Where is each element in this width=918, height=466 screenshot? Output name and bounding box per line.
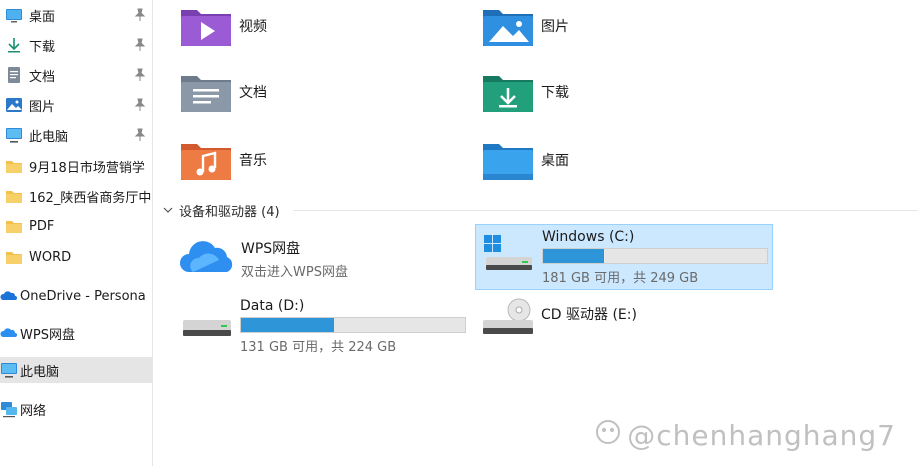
folder-label: 桌面 [541,153,569,169]
sidebar-item-this-pc[interactable]: 此电脑 [0,357,152,383]
document-icon [5,66,23,84]
drive-e[interactable]: CD 驱动器 (E:) [475,294,771,344]
folder-label: 下载 [541,85,569,101]
drive-usage-fill [241,318,334,332]
cd-drive-icon [479,296,535,346]
wps-cloud-icon [179,234,235,278]
desktop-folder-icon [481,138,535,182]
folder-icon [5,217,23,235]
section-divider [293,210,918,211]
folder-label: 音乐 [239,153,267,169]
folder-icon [5,248,23,266]
wps-cloud-icon [0,324,18,342]
download-icon [5,36,23,54]
sidebar-item-folder-pdf[interactable]: PDF [0,213,152,239]
drive-title: WPS网盘 [241,241,301,257]
wps-cloud-drive[interactable]: WPS网盘 双击进入WPS网盘 [177,230,437,280]
sidebar-item-label: 文档 [29,69,56,85]
computer-icon [5,126,23,144]
section-title: 设备和驱动器 (4) [179,205,280,220]
folder-videos[interactable]: 视频 [179,4,267,48]
pin-icon[interactable] [134,128,146,142]
sidebar-item-label: 此电脑 [29,129,69,145]
network-icon [0,400,18,418]
drive-usage-bar [542,248,768,264]
pin-icon[interactable] [134,98,146,112]
folder-label: 视频 [239,19,267,35]
sidebar-item-onedrive[interactable]: OneDrive - Persona [0,283,152,309]
drive-usage-fill [543,249,605,263]
pin-icon[interactable] [134,68,146,82]
drive-space: 131 GB 可用，共 224 GB [240,340,397,355]
sidebar-item-label: 图片 [29,99,56,115]
folder-pictures[interactable]: 图片 [481,4,569,48]
sidebar-item-folder-shaanxi[interactable]: 162_陕西省商务厅中 [0,183,152,209]
sidebar-item-label: WORD [29,249,72,265]
watermark-logo-icon [595,419,621,452]
drive-title: Windows (C:) [542,229,635,245]
chevron-down-icon[interactable] [163,203,173,218]
desktop-icon [5,6,23,24]
sidebar-item-this-pc-pinned[interactable]: 此电脑 [0,122,152,148]
sidebar-item-wps-cloud[interactable]: WPS网盘 [0,320,152,346]
sidebar-item-label: 桌面 [29,9,56,25]
computer-icon [0,361,18,379]
folder-downloads[interactable]: 下载 [481,70,569,114]
sidebar-item-network[interactable]: 网络 [0,396,152,422]
windows-drive-icon [480,231,536,279]
sidebar-item-label: 此电脑 [20,364,60,380]
watermark-text: @chenhanghang7 [627,419,896,452]
sidebar-item-label: 162_陕西省商务厅中 [29,190,152,206]
documents-folder-icon [179,70,233,114]
folder-documents[interactable]: 文档 [179,70,267,114]
sidebar-item-label: 9月18日市场营销学 [29,160,145,176]
folder-desktop[interactable]: 桌面 [481,138,569,182]
drive-title: Data (D:) [240,298,305,314]
drive-usage-bar [240,317,466,333]
devices-section-header[interactable]: 设备和驱动器 (4) [163,201,280,220]
music-folder-icon [179,138,233,182]
onedrive-icon [0,287,18,305]
sidebar-item-label: WPS网盘 [20,327,75,343]
sidebar-item-pictures[interactable]: 图片 [0,92,152,118]
drive-c[interactable]: Windows (C:) 181 GB 可用，共 249 GB [475,224,773,290]
picture-icon [5,96,23,114]
pin-icon[interactable] [134,8,146,22]
folder-label: 图片 [541,19,569,35]
folder-icon [5,187,23,205]
watermark: @chenhanghang7 [595,419,896,452]
drive-d[interactable]: Data (D:) 131 GB 可用，共 224 GB [177,294,477,358]
drive-space: 181 GB 可用，共 249 GB [542,271,699,286]
hard-drive-icon [179,304,235,352]
pictures-folder-icon [481,4,535,48]
folder-icon [5,157,23,175]
videos-folder-icon [179,4,233,48]
navigation-pane: 桌面 下载 文档 图片 此电脑 9月18日市场营销学 162_陕西省商务厅中 P… [0,0,153,466]
sidebar-item-folder-word[interactable]: WORD [0,244,152,270]
pin-icon[interactable] [134,38,146,52]
content-pane: 视频 图片 文档 下载 音乐 桌面 设备和驱动器 (4) WPS网盘 双击进入W… [153,0,918,466]
sidebar-item-label: OneDrive - Persona [20,288,146,304]
sidebar-item-label: 下载 [29,39,56,55]
sidebar-item-desktop[interactable]: 桌面 [0,2,152,28]
sidebar-item-downloads[interactable]: 下载 [0,32,152,58]
drive-title: CD 驱动器 (E:) [541,307,637,323]
drive-subtitle: 双击进入WPS网盘 [241,265,348,280]
sidebar-item-folder-marketing[interactable]: 9月18日市场营销学 [0,153,152,179]
folder-label: 文档 [239,85,267,101]
sidebar-item-label: 网络 [20,403,47,419]
downloads-folder-icon [481,70,535,114]
folder-music[interactable]: 音乐 [179,138,267,182]
sidebar-item-documents[interactable]: 文档 [0,62,152,88]
sidebar-item-label: PDF [29,218,55,234]
